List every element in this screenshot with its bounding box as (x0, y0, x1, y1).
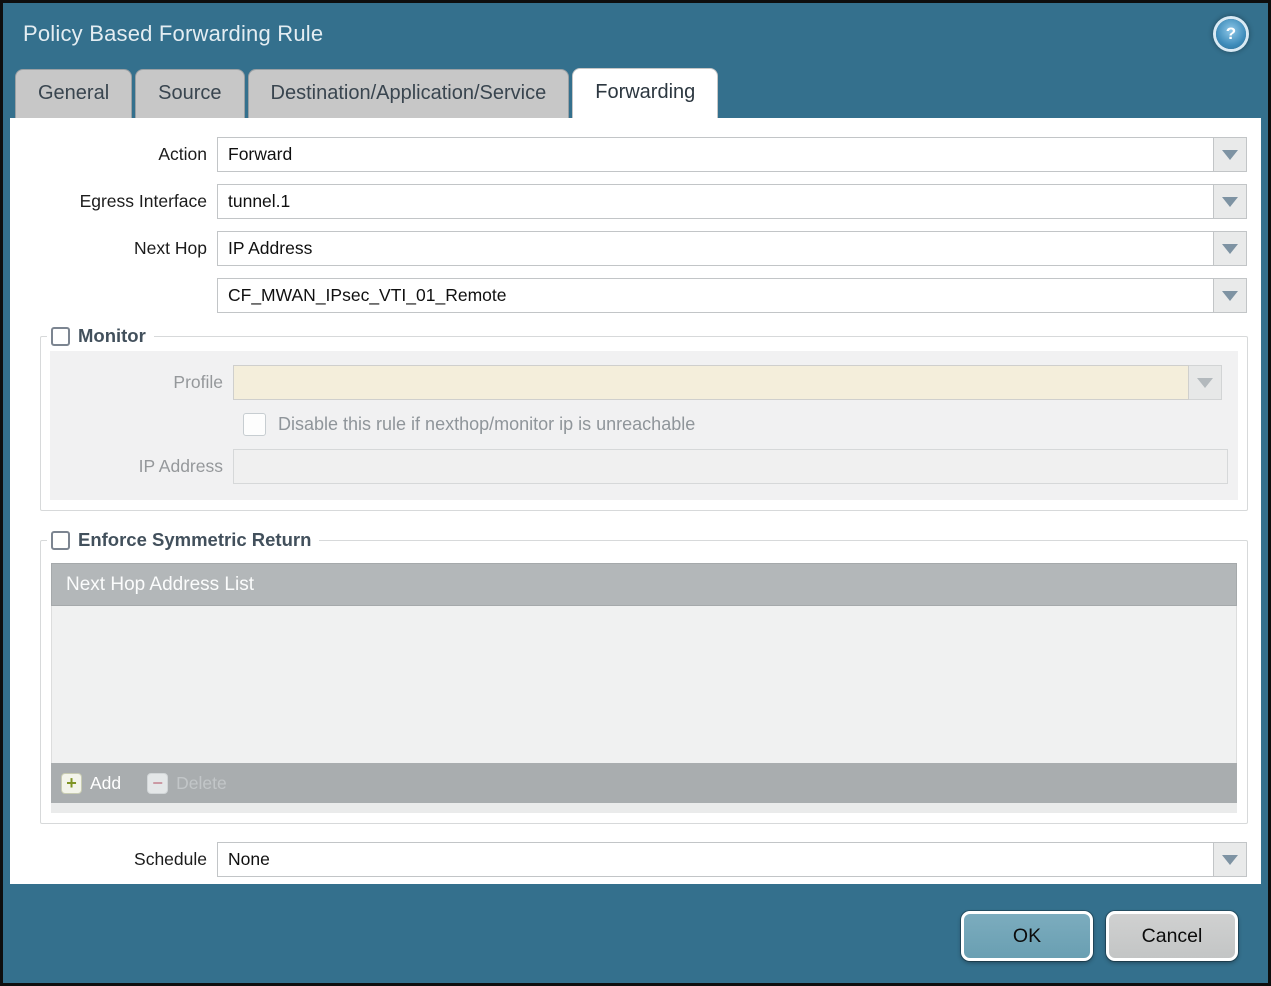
next-hop-address-list-header: Next Hop Address List (51, 563, 1237, 606)
next-hop-address-list-body (51, 606, 1237, 763)
cancel-button[interactable]: Cancel (1106, 911, 1238, 961)
tab-bar: General Source Destination/Application/S… (3, 64, 1268, 118)
next-hop-address-dropdown-button[interactable] (1214, 278, 1247, 313)
next-hop-address-list-table: Next Hop Address List + Add − Delete (51, 563, 1237, 803)
next-hop-row: Next Hop (10, 231, 1261, 266)
chevron-down-icon (1222, 243, 1238, 254)
tab-source[interactable]: Source (135, 69, 245, 118)
action-label: Action (158, 144, 207, 164)
enforce-symmetric-return-group: Enforce Symmetric Return Next Hop Addres… (40, 529, 1248, 824)
plus-icon: + (61, 772, 82, 794)
egress-interface-label: Egress Interface (79, 191, 207, 211)
next-hop-type-input[interactable] (217, 231, 1214, 266)
tab-general[interactable]: General (15, 69, 133, 118)
add-button-label: Add (90, 772, 122, 793)
pbf-rule-dialog: Policy Based Forwarding Rule ? General S… (0, 0, 1271, 986)
title-bar: Policy Based Forwarding Rule ? (3, 3, 1268, 64)
monitor-ip-address-label: IP Address (138, 456, 223, 476)
egress-interface-row: Egress Interface (10, 184, 1261, 219)
delete-button-label: Delete (176, 772, 227, 793)
tab-forwarding[interactable]: Forwarding (572, 68, 719, 118)
schedule-label: Schedule (134, 849, 207, 869)
help-icon[interactable]: ? (1216, 18, 1246, 49)
monitor-checkbox[interactable] (51, 326, 70, 346)
forwarding-tab-panel: Action Egress Interface Next Hop (10, 118, 1261, 884)
delete-button: − Delete (147, 772, 227, 794)
next-hop-address-list-header-label: Next Hop Address List (66, 573, 254, 595)
egress-interface-input[interactable] (217, 184, 1214, 219)
monitor-ip-address-input (233, 449, 1228, 484)
next-hop-address-row (10, 278, 1261, 313)
tab-destination-application-service[interactable]: Destination/Application/Service (247, 69, 570, 118)
dialog-footer: OK Cancel (3, 884, 1268, 961)
disable-rule-label: Disable this rule if nexthop/monitor ip … (278, 414, 696, 434)
table-scrollbar-track[interactable] (51, 803, 1237, 813)
profile-input (233, 365, 1189, 400)
action-row: Action (10, 137, 1261, 172)
page-title: Policy Based Forwarding Rule (23, 20, 324, 46)
action-dropdown-button[interactable] (1214, 137, 1247, 172)
next-hop-label: Next Hop (134, 238, 207, 258)
schedule-input[interactable] (217, 842, 1214, 877)
next-hop-address-input[interactable] (217, 278, 1214, 313)
action-input[interactable] (217, 137, 1214, 172)
help-glyph: ? (1225, 23, 1237, 43)
next-hop-address-list-toolbar: + Add − Delete (51, 763, 1237, 803)
profile-label: Profile (173, 372, 223, 392)
chevron-down-icon (1222, 854, 1238, 865)
ok-button[interactable]: OK (961, 911, 1093, 961)
monitor-group-body: Profile Disable this rule if nexthop/mon… (50, 351, 1238, 500)
chevron-down-icon (1222, 196, 1238, 207)
monitor-group-label: Monitor (78, 325, 146, 346)
disable-rule-row: Disable this rule if nexthop/monitor ip … (243, 413, 1238, 436)
disable-rule-checkbox (243, 413, 266, 436)
schedule-row: Schedule (10, 842, 1261, 877)
enforce-symmetric-return-label: Enforce Symmetric Return (78, 529, 312, 550)
monitor-group: Monitor Profile Disable this rule if nex… (40, 325, 1248, 511)
enforce-symmetric-return-checkbox[interactable] (51, 530, 70, 550)
minus-icon: − (147, 772, 169, 794)
chevron-down-icon (1197, 377, 1213, 388)
schedule-dropdown-button[interactable] (1214, 842, 1247, 877)
chevron-down-icon (1222, 149, 1238, 160)
next-hop-dropdown-button[interactable] (1214, 231, 1247, 266)
chevron-down-icon (1222, 290, 1238, 301)
egress-interface-dropdown-button[interactable] (1214, 184, 1247, 219)
profile-dropdown-button (1189, 365, 1222, 400)
add-button[interactable]: + Add (61, 772, 122, 794)
